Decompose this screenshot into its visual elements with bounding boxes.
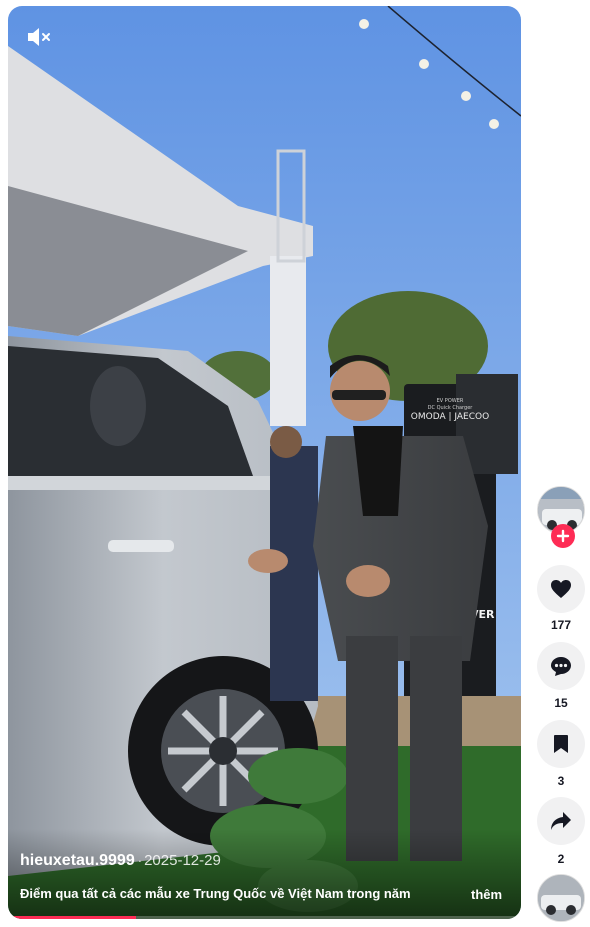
music-disc-image (538, 875, 584, 921)
muted-speaker-icon (28, 28, 50, 46)
share-icon (551, 812, 571, 830)
caption-overlay (8, 829, 521, 919)
comment-button[interactable] (537, 642, 585, 690)
save-count: 3 (557, 774, 565, 788)
follow-button[interactable] (551, 524, 575, 548)
like-button[interactable] (537, 565, 585, 613)
comment-icon (551, 656, 571, 676)
heart-icon (551, 580, 571, 598)
music-disc[interactable] (537, 874, 585, 922)
separator: · (137, 853, 143, 868)
video-frame: OMODA | JAECOO EV POWER DC Quick Charger… (8, 6, 521, 919)
charger-sub-text: DC Quick Charger (428, 405, 474, 411)
comment-count: 15 (554, 696, 568, 710)
creator-avatar[interactable] (537, 486, 585, 548)
like-count: 177 (550, 618, 572, 632)
charger-small-text: EV POWER (437, 398, 464, 404)
video-description: Điểm qua tất cả các mẫu xe Trung Quốc về… (20, 886, 411, 901)
mute-button[interactable] (26, 26, 52, 48)
charger-brand-text: OMODA | JAECOO (411, 412, 489, 422)
progress-fill (8, 916, 137, 919)
video-player[interactable]: OMODA | JAECOO EV POWER DC Quick Charger… (8, 6, 521, 919)
bookmark-icon (554, 735, 568, 753)
author-row: hieuxetau.9999 · 2025-12-29 (20, 852, 221, 870)
progress-bar[interactable] (8, 916, 521, 919)
author-username[interactable]: hieuxetau.9999 (20, 852, 135, 869)
share-count: 2 (557, 852, 565, 866)
share-button[interactable] (537, 797, 585, 845)
save-button[interactable] (537, 720, 585, 768)
more-button[interactable]: thêm (471, 887, 502, 902)
plus-icon (556, 529, 570, 543)
post-date: 2025-12-29 (144, 852, 221, 869)
